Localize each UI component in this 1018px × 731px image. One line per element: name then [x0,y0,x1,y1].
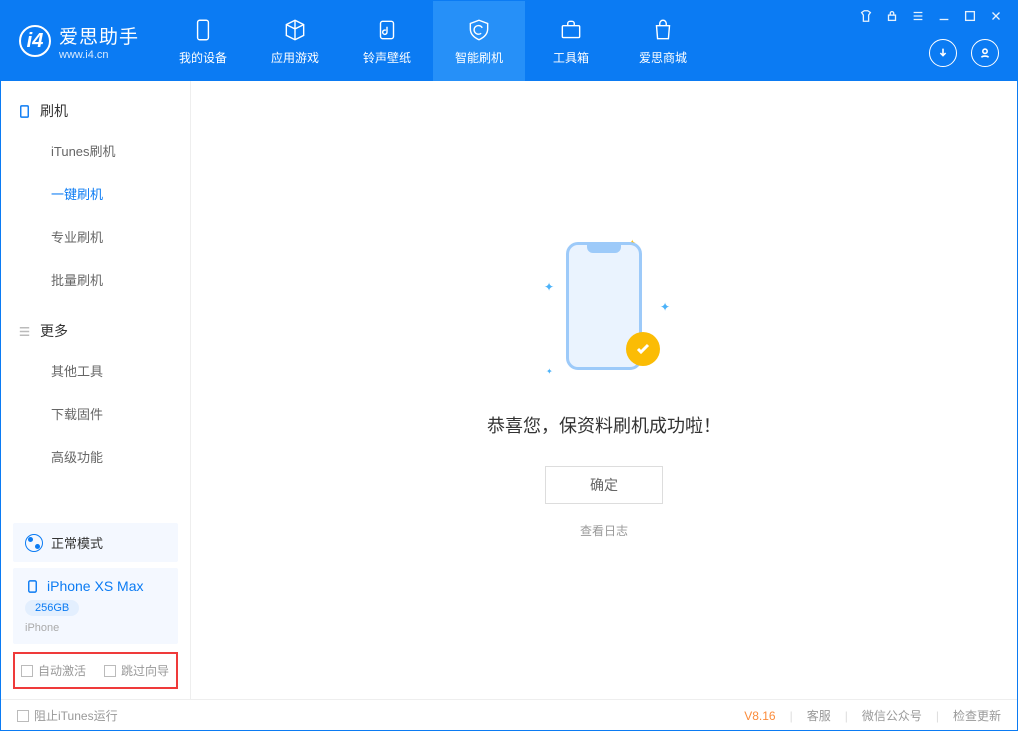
cube-icon [282,17,308,43]
device-mode-card[interactable]: 正常模式 [13,523,178,562]
nav-label: 铃声壁纸 [363,49,411,66]
checkbox-auto-activate[interactable]: 自动激活 [21,662,86,679]
sparkle-icon: ✦ [544,280,554,294]
device-info-card[interactable]: iPhone XS Max 256GB iPhone [13,568,178,644]
nav-label: 爱思商城 [639,49,687,66]
main-content: ✦ ✦ ✦ ✦ 恭喜您，保资料刷机成功啦！ 确定 查看日志 [191,81,1017,699]
menu-icon[interactable] [911,9,925,23]
list-icon [17,324,32,339]
sidebar-item-advanced[interactable]: 高级功能 [1,435,190,478]
checkbox-label: 阻止iTunes运行 [34,707,118,724]
sidebar-group-flash: 刷机 [1,93,190,129]
nav-apps-games[interactable]: 应用游戏 [249,1,341,81]
success-illustration: ✦ ✦ ✦ ✦ [544,242,664,382]
maximize-icon[interactable] [963,9,977,23]
nav-label: 智能刷机 [455,49,503,66]
sparkle-icon: ✦ [660,300,670,314]
music-file-icon [374,17,400,43]
nav-my-device[interactable]: 我的设备 [157,1,249,81]
nav-store[interactable]: 爱思商城 [617,1,709,81]
phone-icon [25,579,40,594]
app-logo: i4 爱思助手 www.i4.cn [1,1,157,81]
nav-smart-flash[interactable]: 智能刷机 [433,1,525,81]
sidebar-item-other-tools[interactable]: 其他工具 [1,349,190,392]
sidebar-item-download-firmware[interactable]: 下载固件 [1,392,190,435]
nav-label: 我的设备 [179,49,227,66]
checkbox-icon [17,710,29,722]
checkbox-label: 自动激活 [38,662,86,679]
sidebar-group-more: 更多 [1,313,190,349]
checkbox-icon [104,665,116,677]
mode-icon [25,534,43,552]
nav-label: 应用游戏 [271,49,319,66]
device-icon [17,104,32,119]
tshirt-icon[interactable] [859,9,873,23]
nav-ringtones-wallpapers[interactable]: 铃声壁纸 [341,1,433,81]
checkbox-block-itunes[interactable]: 阻止iTunes运行 [17,707,118,724]
lock-icon[interactable] [885,9,899,23]
sidebar-item-itunes-flash[interactable]: iTunes刷机 [1,129,190,172]
ok-button[interactable]: 确定 [545,466,663,504]
close-icon[interactable] [989,9,1003,23]
device-capacity: 256GB [25,600,79,616]
checkbox-skip-guide[interactable]: 跳过向导 [104,662,169,679]
link-wechat[interactable]: 微信公众号 [862,707,922,724]
mode-label: 正常模式 [51,533,103,552]
window-controls [859,9,1003,23]
version-label: V8.16 [744,709,775,723]
logo-icon: i4 [19,25,51,57]
link-check-update[interactable]: 检查更新 [953,707,1001,724]
group-title-label: 刷机 [40,101,68,121]
nav-toolbox[interactable]: 工具箱 [525,1,617,81]
user-button[interactable] [971,39,999,67]
shopping-bag-icon [650,17,676,43]
checkbox-icon [21,665,33,677]
shield-refresh-icon [466,17,492,43]
title-bar: i4 爱思助手 www.i4.cn 我的设备 应用游戏 铃声壁纸 智能刷机 工具… [1,1,1017,81]
status-bar: 阻止iTunes运行 V8.16 | 客服 | 微信公众号 | 检查更新 [1,699,1017,731]
sparkle-icon: ✦ [546,367,553,376]
app-url: www.i4.cn [59,49,139,61]
sidebar-item-batch-flash[interactable]: 批量刷机 [1,258,190,301]
sidebar: 刷机 iTunes刷机 一键刷机 专业刷机 批量刷机 更多 其他工具 下载固件 … [1,81,191,699]
group-title-label: 更多 [40,321,68,341]
flash-options-row: 自动激活 跳过向导 [13,652,178,689]
device-name: iPhone XS Max [47,578,144,594]
checkmark-badge-icon [626,332,660,366]
view-log-link[interactable]: 查看日志 [580,522,628,539]
success-message: 恭喜您，保资料刷机成功啦！ [487,412,721,438]
nav-label: 工具箱 [553,49,589,66]
link-customer-service[interactable]: 客服 [807,707,831,724]
app-name: 爱思助手 [59,22,139,49]
minimize-icon[interactable] [937,9,951,23]
briefcase-icon [558,17,584,43]
sidebar-item-pro-flash[interactable]: 专业刷机 [1,215,190,258]
download-button[interactable] [929,39,957,67]
device-type: iPhone [25,622,166,634]
main-nav: 我的设备 应用游戏 铃声壁纸 智能刷机 工具箱 爱思商城 [157,1,709,81]
sidebar-item-oneclick-flash[interactable]: 一键刷机 [1,172,190,215]
phone-icon [190,17,216,43]
checkbox-label: 跳过向导 [121,662,169,679]
